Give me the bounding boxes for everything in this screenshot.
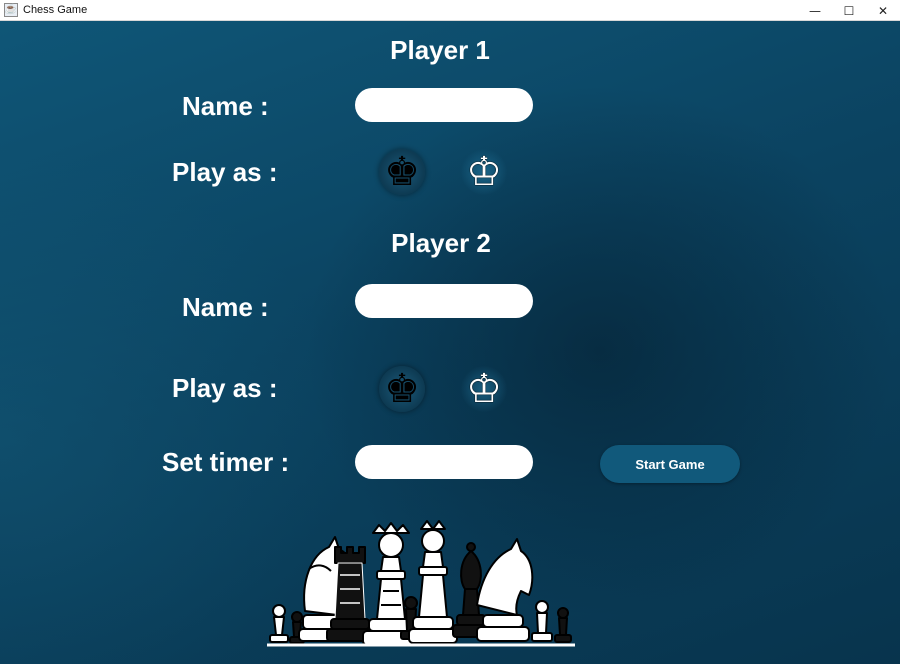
chess-pieces-illustration — [267, 520, 575, 647]
maximize-button[interactable]: ☐ — [832, 0, 866, 21]
player2-black-king-icon[interactable]: ♚ — [379, 366, 425, 412]
timer-input[interactable] — [355, 445, 533, 479]
white-pawn-right — [531, 600, 553, 642]
black-king-icon: ♚ — [384, 149, 420, 195]
set-timer-label: Set timer : — [162, 447, 290, 477]
black-pawn-right — [554, 607, 572, 643]
white-pawn-left — [269, 604, 289, 643]
white-knight-right — [476, 538, 534, 642]
window-title: Chess Game — [23, 4, 88, 16]
player1-play-as-label: Play as : — [172, 157, 278, 187]
minimize-button[interactable]: — — [798, 0, 832, 21]
player2-heading: Player 2 — [391, 228, 491, 258]
white-king-icon: ♔ — [466, 366, 502, 412]
white-queen — [408, 520, 458, 644]
player2-play-as-label: Play as : — [172, 373, 278, 403]
player2-name-input[interactable] — [355, 284, 533, 318]
black-king-icon: ♚ — [384, 366, 420, 412]
player1-name-label: Name : — [182, 91, 269, 121]
player2-white-king-icon[interactable]: ♔ — [461, 366, 507, 412]
player1-heading: Player 1 — [390, 35, 490, 65]
window-titlebar: ☕ Chess Game — ☐ ✕ — [0, 0, 900, 21]
setup-panel: Player 1 Name : Play as : ♚ ♔ Player 2 N… — [0, 21, 900, 664]
white-king-icon: ♔ — [466, 149, 502, 195]
window-controls: — ☐ ✕ — [798, 0, 900, 21]
player1-black-king-icon[interactable]: ♚ — [379, 149, 425, 195]
start-game-button[interactable]: Start Game — [600, 445, 740, 483]
java-app-icon: ☕ — [4, 3, 18, 17]
close-button[interactable]: ✕ — [866, 0, 900, 21]
player2-name-label: Name : — [182, 292, 269, 322]
player1-white-king-icon[interactable]: ♔ — [461, 149, 507, 195]
player1-name-input[interactable] — [355, 88, 533, 122]
